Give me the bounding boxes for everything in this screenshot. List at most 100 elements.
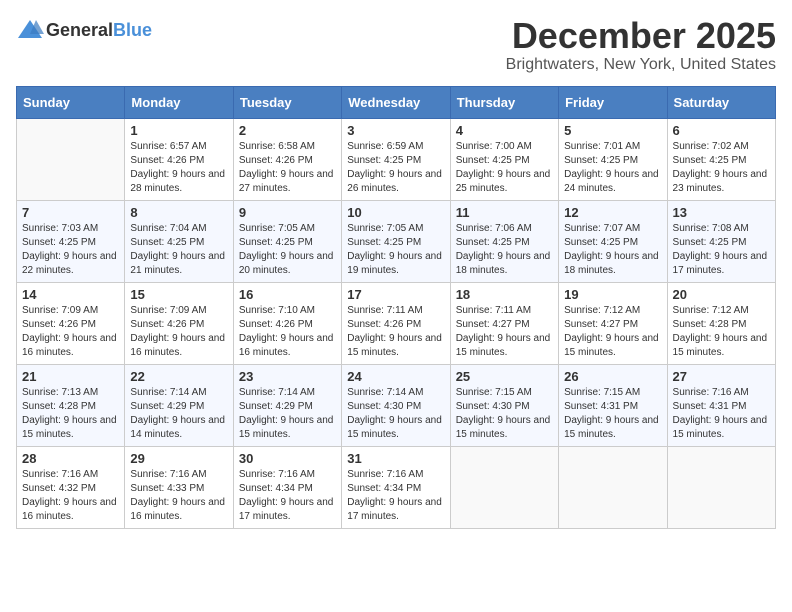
calendar-cell: 28 Sunrise: 7:16 AMSunset: 4:32 PMDayligh…: [17, 446, 125, 528]
day-info: Sunrise: 7:14 AMSunset: 4:29 PMDaylight:…: [239, 386, 336, 442]
day-number: 2: [239, 123, 336, 138]
calendar-week-row: 7 Sunrise: 7:03 AMSunset: 4:25 PMDaylight…: [17, 200, 776, 282]
day-number: 4: [456, 123, 553, 138]
calendar-cell: 23Sunrise: 7:14 AMSunset: 4:29 PMDayligh…: [233, 364, 341, 446]
day-info: Sunrise: 7:08 AMSunset: 4:25 PMDaylight:…: [673, 222, 770, 278]
day-number: 9: [239, 205, 336, 220]
day-info: Sunrise: 7:09 AMSunset: 4:26 PMDaylight:…: [130, 304, 227, 360]
calendar-cell: 18 Sunrise: 7:11 AMSunset: 4:27 PMDayligh…: [450, 282, 558, 364]
day-info: Sunrise: 7:11 AMSunset: 4:26 PMDaylight:…: [347, 304, 444, 360]
calendar-cell: [559, 446, 667, 528]
day-number: 15: [130, 287, 227, 302]
calendar-cell: 5 Sunrise: 7:01 AMSunset: 4:25 PMDaylight…: [559, 118, 667, 200]
day-info: Sunrise: 7:03 AMSunset: 4:25 PMDaylight:…: [22, 222, 119, 278]
calendar-cell: [667, 446, 775, 528]
day-number: 7: [22, 205, 119, 220]
calendar-cell: 31Sunrise: 7:16 AMSunset: 4:34 PMDayligh…: [342, 446, 450, 528]
day-number: 13: [673, 205, 770, 220]
calendar-subtitle: Brightwaters, New York, United States: [506, 56, 776, 74]
day-number: 20: [673, 287, 770, 302]
calendar-week-row: 28 Sunrise: 7:16 AMSunset: 4:32 PMDayligh…: [17, 446, 776, 528]
calendar-cell: 7 Sunrise: 7:03 AMSunset: 4:25 PMDaylight…: [17, 200, 125, 282]
day-info: Sunrise: 7:12 AMSunset: 4:28 PMDaylight:…: [673, 304, 770, 360]
calendar-cell: 25 Sunrise: 7:15 AMSunset: 4:30 PMDayligh…: [450, 364, 558, 446]
day-info: Sunrise: 7:16 AMSunset: 4:31 PMDaylight:…: [673, 386, 770, 442]
calendar-cell: [450, 446, 558, 528]
calendar-cell: 21Sunrise: 7:13 AMSunset: 4:28 PMDayligh…: [17, 364, 125, 446]
calendar-cell: 26 Sunrise: 7:15 AMSunset: 4:31 PMDayligh…: [559, 364, 667, 446]
day-info: Sunrise: 7:15 AMSunset: 4:31 PMDaylight:…: [564, 386, 661, 442]
day-number: 26: [564, 369, 661, 384]
day-number: 19: [564, 287, 661, 302]
day-info: Sunrise: 7:02 AMSunset: 4:25 PMDaylight:…: [673, 140, 770, 196]
day-number: 30: [239, 451, 336, 466]
calendar-cell: 30 Sunrise: 7:16 AMSunset: 4:34 PMDayligh…: [233, 446, 341, 528]
calendar-cell: 8Sunrise: 7:04 AMSunset: 4:25 PMDaylight…: [125, 200, 233, 282]
day-info: Sunrise: 7:00 AMSunset: 4:25 PMDaylight:…: [456, 140, 553, 196]
day-info: Sunrise: 6:57 AMSunset: 4:26 PMDaylight:…: [130, 140, 227, 196]
calendar-cell: 4 Sunrise: 7:00 AMSunset: 4:25 PMDaylight…: [450, 118, 558, 200]
day-number: 27: [673, 369, 770, 384]
day-info: Sunrise: 7:11 AMSunset: 4:27 PMDaylight:…: [456, 304, 553, 360]
day-info: Sunrise: 7:15 AMSunset: 4:30 PMDaylight:…: [456, 386, 553, 442]
calendar-cell: 19 Sunrise: 7:12 AMSunset: 4:27 PMDayligh…: [559, 282, 667, 364]
calendar-cell: 11 Sunrise: 7:06 AMSunset: 4:25 PMDayligh…: [450, 200, 558, 282]
day-info: Sunrise: 7:16 AMSunset: 4:32 PMDaylight:…: [22, 468, 119, 524]
calendar-cell: 9 Sunrise: 7:05 AMSunset: 4:25 PMDaylight…: [233, 200, 341, 282]
calendar-cell: 16 Sunrise: 7:10 AMSunset: 4:26 PMDayligh…: [233, 282, 341, 364]
calendar-cell: 12Sunrise: 7:07 AMSunset: 4:25 PMDayligh…: [559, 200, 667, 282]
day-info: Sunrise: 7:04 AMSunset: 4:25 PMDaylight:…: [130, 222, 227, 278]
calendar-cell: 1 Sunrise: 6:57 AMSunset: 4:26 PMDaylight…: [125, 118, 233, 200]
day-number: 17: [347, 287, 444, 302]
day-info: Sunrise: 7:05 AMSunset: 4:25 PMDaylight:…: [239, 222, 336, 278]
calendar-week-row: 21Sunrise: 7:13 AMSunset: 4:28 PMDayligh…: [17, 364, 776, 446]
calendar-cell: 14Sunrise: 7:09 AMSunset: 4:26 PMDayligh…: [17, 282, 125, 364]
day-info: Sunrise: 7:10 AMSunset: 4:26 PMDaylight:…: [239, 304, 336, 360]
day-number: 1: [130, 123, 227, 138]
day-info: Sunrise: 7:14 AMSunset: 4:30 PMDaylight:…: [347, 386, 444, 442]
day-number: 24: [347, 369, 444, 384]
calendar-cell: 24 Sunrise: 7:14 AMSunset: 4:30 PMDayligh…: [342, 364, 450, 446]
logo-blue-text: Blue: [113, 20, 152, 40]
calendar-cell: 22 Sunrise: 7:14 AMSunset: 4:29 PMDayligh…: [125, 364, 233, 446]
logo-icon: [16, 16, 44, 44]
day-number: 22: [130, 369, 227, 384]
day-info: Sunrise: 6:59 AMSunset: 4:25 PMDaylight:…: [347, 140, 444, 196]
calendar-title: December 2025: [506, 16, 776, 56]
day-info: Sunrise: 7:05 AMSunset: 4:25 PMDaylight:…: [347, 222, 444, 278]
day-number: 16: [239, 287, 336, 302]
day-number: 28: [22, 451, 119, 466]
calendar-cell: 10 Sunrise: 7:05 AMSunset: 4:25 PMDayligh…: [342, 200, 450, 282]
day-info: Sunrise: 7:06 AMSunset: 4:25 PMDaylight:…: [456, 222, 553, 278]
day-number: 25: [456, 369, 553, 384]
calendar-cell: 2 Sunrise: 6:58 AMSunset: 4:26 PMDaylight…: [233, 118, 341, 200]
day-number: 29: [130, 451, 227, 466]
day-info: Sunrise: 7:01 AMSunset: 4:25 PMDaylight:…: [564, 140, 661, 196]
day-info: Sunrise: 7:14 AMSunset: 4:29 PMDaylight:…: [130, 386, 227, 442]
page-header: GeneralBlue December 2025 Brightwaters, …: [16, 16, 776, 74]
day-info: Sunrise: 7:07 AMSunset: 4:25 PMDaylight:…: [564, 222, 661, 278]
calendar-table: SundayMondayTuesdayWednesdayThursdayFrid…: [16, 86, 776, 529]
day-info: Sunrise: 7:16 AMSunset: 4:34 PMDaylight:…: [239, 468, 336, 524]
weekday-header-wednesday: Wednesday: [342, 86, 450, 118]
logo: GeneralBlue: [16, 16, 152, 44]
day-number: 21: [22, 369, 119, 384]
day-info: Sunrise: 6:58 AMSunset: 4:26 PMDaylight:…: [239, 140, 336, 196]
weekday-header-friday: Friday: [559, 86, 667, 118]
day-number: 5: [564, 123, 661, 138]
calendar-week-row: 14Sunrise: 7:09 AMSunset: 4:26 PMDayligh…: [17, 282, 776, 364]
day-number: 18: [456, 287, 553, 302]
calendar-week-row: 1 Sunrise: 6:57 AMSunset: 4:26 PMDaylight…: [17, 118, 776, 200]
calendar-cell: 3Sunrise: 6:59 AMSunset: 4:25 PMDaylight…: [342, 118, 450, 200]
calendar-cell: 17 Sunrise: 7:11 AMSunset: 4:26 PMDayligh…: [342, 282, 450, 364]
calendar-cell: 13 Sunrise: 7:08 AMSunset: 4:25 PMDayligh…: [667, 200, 775, 282]
day-number: 11: [456, 205, 553, 220]
calendar-cell: 6Sunrise: 7:02 AMSunset: 4:25 PMDaylight…: [667, 118, 775, 200]
title-section: December 2025 Brightwaters, New York, Un…: [506, 16, 776, 74]
day-info: Sunrise: 7:16 AMSunset: 4:33 PMDaylight:…: [130, 468, 227, 524]
weekday-header-monday: Monday: [125, 86, 233, 118]
weekday-header-saturday: Saturday: [667, 86, 775, 118]
day-number: 31: [347, 451, 444, 466]
day-number: 10: [347, 205, 444, 220]
day-info: Sunrise: 7:12 AMSunset: 4:27 PMDaylight:…: [564, 304, 661, 360]
